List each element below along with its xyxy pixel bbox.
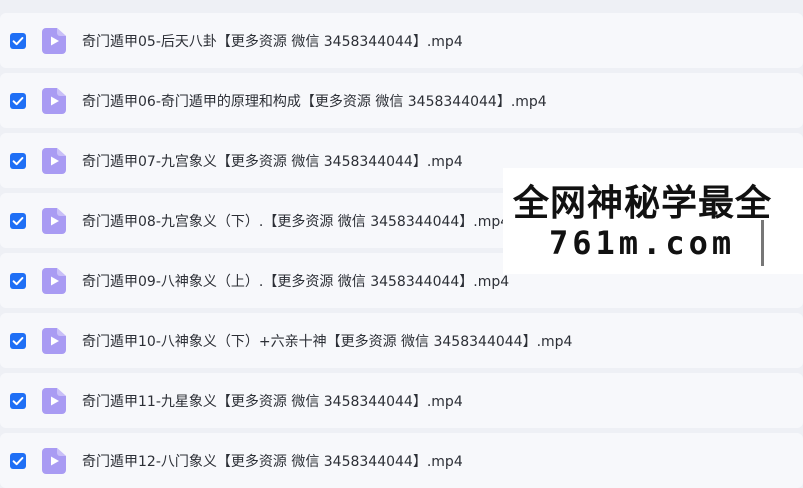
checkbox-checked-icon[interactable]: [10, 92, 26, 109]
list-item[interactable]: 奇门遁甲05-后天八卦【更多资源 微信 3458344044】.mp4: [0, 13, 803, 68]
list-item[interactable]: 奇门遁甲11-九星象义【更多资源 微信 3458344044】.mp4: [0, 373, 803, 428]
video-file-icon: [42, 147, 66, 174]
file-name[interactable]: 奇门遁甲06-奇门遁甲的原理和构成【更多资源 微信 3458344044】.mp…: [82, 91, 547, 111]
video-file-icon: [42, 27, 66, 54]
video-file-icon: [42, 387, 66, 414]
checkbox-checked-icon[interactable]: [10, 212, 26, 229]
list-item[interactable]: 奇门遁甲06-奇门遁甲的原理和构成【更多资源 微信 3458344044】.mp…: [0, 73, 803, 128]
list-item[interactable]: 奇门遁甲10-八神象义（下）+六亲十神【更多资源 微信 3458344044】.…: [0, 313, 803, 368]
checkbox-checked-icon[interactable]: [10, 452, 26, 469]
checkbox-checked-icon[interactable]: [10, 152, 26, 169]
file-name[interactable]: 奇门遁甲05-后天八卦【更多资源 微信 3458344044】.mp4: [82, 31, 463, 51]
video-file-icon: [42, 87, 66, 114]
video-file-icon: [42, 207, 66, 234]
file-name[interactable]: 奇门遁甲07-九宫象义【更多资源 微信 3458344044】.mp4: [82, 151, 463, 171]
video-file-icon: [42, 447, 66, 474]
video-file-icon: [42, 267, 66, 294]
watermark-url: 761m.com: [549, 224, 736, 262]
checkbox-checked-icon[interactable]: [10, 332, 26, 349]
watermark-divider: [761, 220, 764, 266]
file-name[interactable]: 奇门遁甲11-九星象义【更多资源 微信 3458344044】.mp4: [82, 391, 463, 411]
watermark-title: 全网神秘学最全: [513, 183, 773, 224]
watermark-overlay: 全网神秘学最全 761m.com: [503, 168, 803, 274]
file-name[interactable]: 奇门遁甲09-八神象义（上）.【更多资源 微信 3458344044】.mp4: [82, 271, 509, 291]
checkbox-checked-icon[interactable]: [10, 32, 26, 49]
checkbox-checked-icon[interactable]: [10, 392, 26, 409]
file-name[interactable]: 奇门遁甲12-八门象义【更多资源 微信 3458344044】.mp4: [82, 451, 463, 471]
file-name[interactable]: 奇门遁甲08-九宫象义（下）.【更多资源 微信 3458344044】.mp4: [82, 211, 509, 231]
video-file-icon: [42, 327, 66, 354]
file-name[interactable]: 奇门遁甲10-八神象义（下）+六亲十神【更多资源 微信 3458344044】.…: [82, 331, 572, 351]
checkbox-checked-icon[interactable]: [10, 272, 26, 289]
